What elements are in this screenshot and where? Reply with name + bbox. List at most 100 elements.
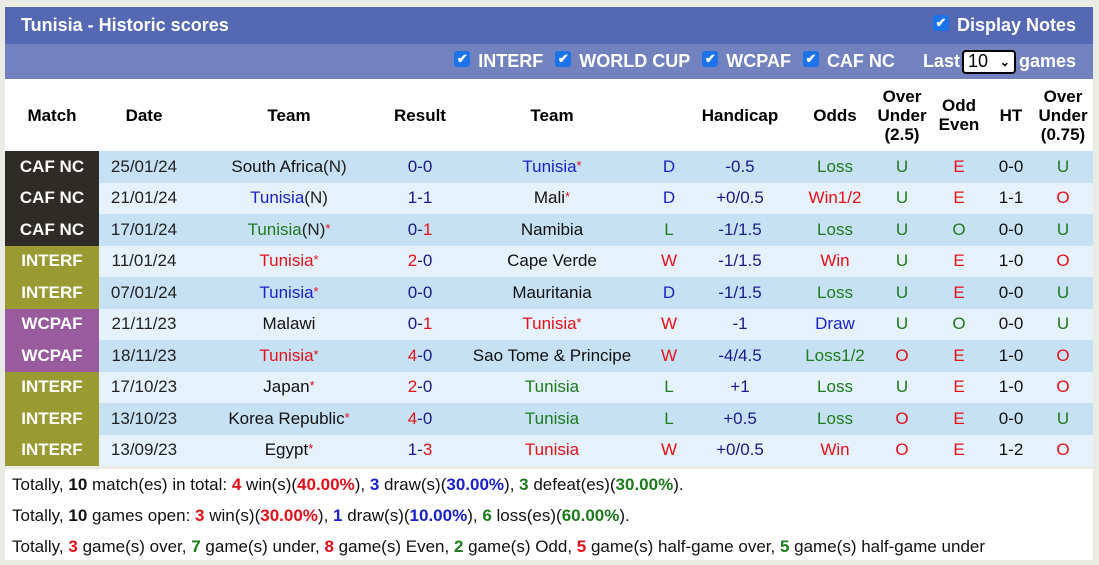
match-type-badge[interactable]: WCPAF <box>5 308 99 340</box>
home-team[interactable]: Tunisia(N) <box>189 182 389 214</box>
half-time-score: 1-2 <box>989 434 1033 466</box>
match-type-badge[interactable]: INTERF <box>5 245 99 277</box>
away-team-name[interactable]: Tunisia <box>522 314 576 333</box>
over-under: U <box>875 308 929 340</box>
match-date: 13/10/23 <box>99 403 189 435</box>
filter-caf-nc[interactable]: ✔ CAF NC <box>802 50 895 72</box>
match-result[interactable]: 4-0 <box>389 340 451 372</box>
checkbox-checked-icon[interactable]: ✔ <box>702 50 719 67</box>
match-type-label: INTERF <box>21 440 83 460</box>
match-result[interactable]: 1-3 <box>389 434 451 466</box>
match-type-badge[interactable]: WCPAF <box>5 340 99 372</box>
match-type-badge[interactable]: INTERF <box>5 403 99 435</box>
home-team-name[interactable]: Egypt <box>265 440 308 459</box>
summary-handicap: Totally, 10 games open: 3 win(s)(30.00%)… <box>12 500 1093 531</box>
match-result[interactable]: 2-0 <box>389 245 451 277</box>
home-team-name[interactable]: South Africa <box>231 157 323 176</box>
half-time-score: 0-0 <box>989 308 1033 340</box>
match-type-badge[interactable]: CAF NC <box>5 214 99 246</box>
col-wl <box>653 79 685 151</box>
handicap: +0/0.5 <box>685 434 795 466</box>
away-team[interactable]: Tunisia* <box>451 151 653 183</box>
away-team-name[interactable]: Tunisia <box>522 157 576 176</box>
neutral-marker: (N) <box>301 219 326 239</box>
match-result[interactable]: 4-0 <box>389 403 451 435</box>
home-team-name[interactable]: Korea Republic <box>228 409 344 428</box>
match-result[interactable]: 0-1 <box>389 308 451 340</box>
home-team[interactable]: Korea Republic* <box>189 403 389 435</box>
last-games-select[interactable]: 10 ⌄ <box>961 49 1016 74</box>
home-team[interactable]: South Africa(N) <box>189 151 389 183</box>
over-under: O <box>875 340 929 372</box>
home-team-name[interactable]: Tunisia <box>259 283 313 302</box>
match-type-badge[interactable]: INTERF <box>5 371 99 403</box>
checkbox-checked-icon[interactable]: ✔ <box>454 50 471 67</box>
table-row[interactable]: INTERF 17/10/23 Japan* 2-0 Tunisia L +1 … <box>5 371 1093 403</box>
table-row[interactable]: CAF NC 21/01/24 Tunisia(N) 1-1 Mali* D +… <box>5 182 1093 214</box>
match-result[interactable]: 0-0 <box>389 151 451 183</box>
match-result[interactable]: 1-1 <box>389 182 451 214</box>
table-row[interactable]: INTERF 07/01/24 Tunisia* 0-0 Mauritania … <box>5 277 1093 309</box>
last-games-control: Last 10 ⌄ games <box>923 49 1076 74</box>
away-team-name[interactable]: Tunisia <box>525 377 579 396</box>
home-team-name[interactable]: Malawi <box>263 314 316 333</box>
table-row[interactable]: INTERF 13/10/23 Korea Republic* 4-0 Tuni… <box>5 403 1093 435</box>
home-team[interactable]: Tunisia(N)* <box>189 214 389 246</box>
checkbox-checked-icon[interactable]: ✔ <box>555 50 572 67</box>
home-team[interactable]: Tunisia* <box>189 277 389 309</box>
display-notes-toggle[interactable]: ✔ Display Notes <box>932 14 1076 36</box>
table-row[interactable]: INTERF 13/09/23 Egypt* 1-3 Tunisia W +0/… <box>5 434 1093 466</box>
match-type-badge[interactable]: INTERF <box>5 434 99 466</box>
over-under-half: U <box>1033 277 1093 309</box>
away-team-name[interactable]: Sao Tome & Principe <box>473 346 631 365</box>
away-team-name[interactable]: Mauritania <box>512 283 591 302</box>
table-row[interactable]: WCPAF 21/11/23 Malawi 0-1 Tunisia* W -1 … <box>5 308 1093 340</box>
match-result[interactable]: 0-1 <box>389 214 451 246</box>
home-team-name[interactable]: Japan <box>263 377 309 396</box>
home-team-name[interactable]: Tunisia <box>248 220 302 239</box>
home-team-name[interactable]: Tunisia <box>259 346 313 365</box>
home-team[interactable]: Malawi <box>189 308 389 340</box>
win-loss: D <box>653 182 685 214</box>
away-team[interactable]: Cape Verde <box>451 245 653 277</box>
table-row[interactable]: CAF NC 25/01/24 South Africa(N) 0-0 Tuni… <box>5 151 1093 183</box>
away-team-name[interactable]: Mali <box>534 188 565 207</box>
match-type-badge[interactable]: INTERF <box>5 277 99 309</box>
away-team-name[interactable]: Namibia <box>521 220 583 239</box>
home-team[interactable]: Japan* <box>189 371 389 403</box>
away-team[interactable]: Tunisia* <box>451 308 653 340</box>
away-team[interactable]: Sao Tome & Principe <box>451 340 653 372</box>
away-team-name[interactable]: Cape Verde <box>507 251 597 270</box>
table-row[interactable]: WCPAF 18/11/23 Tunisia* 4-0 Sao Tome & P… <box>5 340 1093 372</box>
away-team[interactable]: Namibia <box>451 214 653 246</box>
home-team-name[interactable]: Tunisia <box>250 188 304 207</box>
match-type-badge[interactable]: CAF NC <box>5 182 99 214</box>
home-team[interactable]: Egypt* <box>189 434 389 466</box>
filter-world-cup[interactable]: ✔ WORLD CUP <box>555 50 690 72</box>
table-row[interactable]: INTERF 11/01/24 Tunisia* 2-0 Cape Verde … <box>5 245 1093 277</box>
match-result[interactable]: 0-0 <box>389 277 451 309</box>
away-team[interactable]: Tunisia <box>451 371 653 403</box>
away-team[interactable]: Tunisia <box>451 403 653 435</box>
col-team-home: Team <box>267 105 311 125</box>
handicap: -4/4.5 <box>685 340 795 372</box>
away-team[interactable]: Mali* <box>451 182 653 214</box>
odd-even: E <box>929 151 989 183</box>
away-team-name[interactable]: Tunisia <box>525 409 579 428</box>
match-result[interactable]: 2-0 <box>389 371 451 403</box>
match-type-badge[interactable]: CAF NC <box>5 151 99 183</box>
away-team[interactable]: Mauritania <box>451 277 653 309</box>
checkbox-checked-icon[interactable]: ✔ <box>932 14 949 31</box>
home-team[interactable]: Tunisia* <box>189 340 389 372</box>
away-team-name[interactable]: Tunisia <box>525 440 579 459</box>
odd-even: E <box>929 371 989 403</box>
checkbox-checked-icon[interactable]: ✔ <box>802 50 819 67</box>
filter-label: WCPAF <box>726 51 791 71</box>
filter-interf[interactable]: ✔ INTERF <box>454 50 543 72</box>
away-team[interactable]: Tunisia <box>451 434 653 466</box>
table-row[interactable]: CAF NC 17/01/24 Tunisia(N)* 0-1 Namibia … <box>5 214 1093 246</box>
home-team-name[interactable]: Tunisia <box>259 251 313 270</box>
filter-wcpaf[interactable]: ✔ WCPAF <box>702 50 791 72</box>
summary-value: 3 <box>195 506 205 525</box>
home-team[interactable]: Tunisia* <box>189 245 389 277</box>
